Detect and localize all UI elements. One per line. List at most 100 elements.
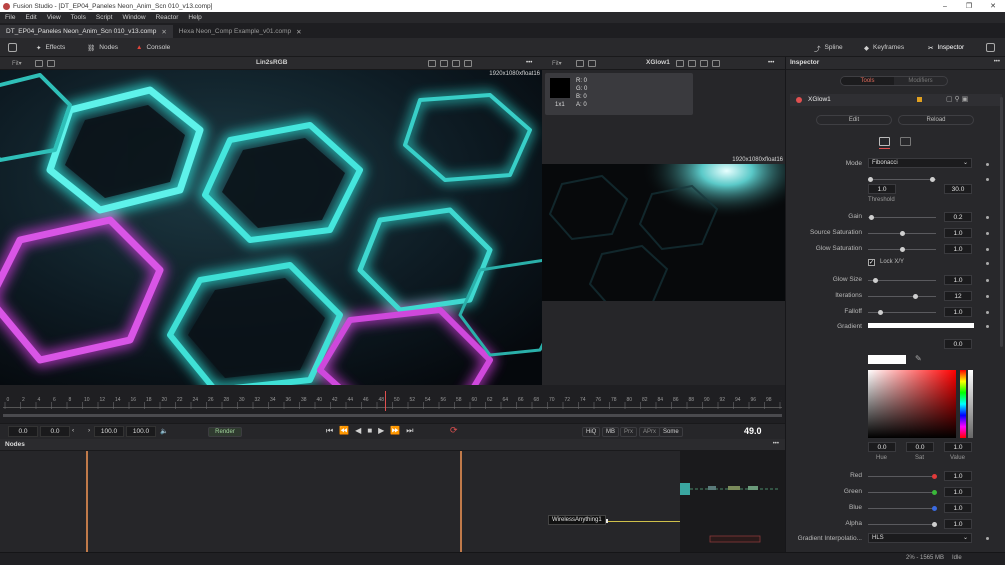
value-field[interactable]: 1.0 <box>944 442 972 452</box>
playhead[interactable] <box>384 391 386 411</box>
blue-field[interactable]: 1.0 <box>944 503 972 513</box>
menu-view[interactable]: View <box>42 14 66 21</box>
playback-buttons[interactable]: ⏮⏪◀■▶⏩⏭ <box>326 426 419 436</box>
glow-size-slider[interactable] <box>868 278 936 283</box>
falloff-knob[interactable] <box>878 310 883 315</box>
inspector-more-icon[interactable]: ••• <box>994 59 1000 65</box>
viewer1-fit-dropdown[interactable]: Fit▾ <box>12 60 22 67</box>
menu-tools[interactable]: Tools <box>66 14 91 21</box>
viewer2-fit-dropdown[interactable]: Fit▾ <box>552 60 562 67</box>
roi-icon[interactable] <box>676 60 684 67</box>
iterations-knob[interactable] <box>913 294 918 299</box>
alpha-field[interactable]: 1.0 <box>944 519 972 529</box>
glow-size-field[interactable]: 1.0 <box>944 275 972 285</box>
node-color-icon[interactable] <box>917 97 922 102</box>
color-sv-field[interactable] <box>868 370 956 438</box>
controls-tab-icon[interactable] <box>879 137 890 146</box>
threshold-keyframe-dot[interactable] <box>986 178 989 181</box>
interp-dropdown[interactable]: HLS ⌄ <box>868 533 972 543</box>
threshold-low-knob[interactable] <box>868 177 873 182</box>
step-back-icon[interactable]: ‹ <box>72 427 74 434</box>
mode-keyframe-dot[interactable] <box>986 163 989 166</box>
alpha-knob[interactable] <box>932 522 937 527</box>
console-button[interactable]: ▲ Console <box>136 41 170 54</box>
render-button[interactable]: Render <box>208 427 242 437</box>
grid-icon[interactable] <box>700 60 708 67</box>
menu-reactor[interactable]: Reactor <box>151 14 184 21</box>
maximize-button[interactable]: ❐ <box>957 2 981 10</box>
tab-close-icon[interactable]: ✕ <box>161 28 166 36</box>
interp-keyframe-dot[interactable] <box>986 537 989 540</box>
fullscreen-button[interactable] <box>986 41 995 54</box>
falloff-field[interactable]: 1.0 <box>944 307 972 317</box>
close-button[interactable]: ✕ <box>981 2 1005 10</box>
color-swatch[interactable] <box>868 355 906 364</box>
current-frame[interactable]: 49.0 <box>744 426 762 436</box>
gain-knob[interactable] <box>869 215 874 220</box>
spline-button[interactable]: ⤴ Spline <box>814 41 843 54</box>
source-saturation-knob[interactable] <box>900 231 905 236</box>
glow-size-knob[interactable] <box>873 278 878 283</box>
roi-icon[interactable] <box>428 60 436 67</box>
glow-saturation-knob[interactable] <box>900 247 905 252</box>
green-slider[interactable] <box>868 490 937 495</box>
loop-icon[interactable]: ⟳ <box>450 425 458 436</box>
sat-field[interactable]: 0.0 <box>906 442 934 452</box>
gain-slider[interactable] <box>868 215 936 220</box>
channel-icon[interactable] <box>47 60 55 67</box>
color-picker-icon[interactable] <box>688 60 696 67</box>
node-editor-more-icon[interactable]: ••• <box>773 441 779 447</box>
layout-icon[interactable] <box>576 60 584 67</box>
panel-toggle-button[interactable] <box>8 41 17 54</box>
gradient-bar[interactable] <box>868 323 974 328</box>
menu-help[interactable]: Help <box>183 14 206 21</box>
menu-script[interactable]: Script <box>91 14 118 21</box>
iterations-keyframe-dot[interactable] <box>986 295 989 298</box>
gain-keyframe-dot[interactable] <box>986 216 989 219</box>
node-header[interactable]: XGlow1 ▢ ⚲ ▣ <box>790 94 1002 106</box>
node-enable-icon[interactable] <box>796 97 802 103</box>
glow-saturation-slider[interactable] <box>868 247 936 252</box>
global-end-field[interactable]: 100.0 <box>126 426 156 437</box>
gradient-position-field[interactable]: 0.0 <box>944 339 972 349</box>
channel-icon[interactable] <box>588 60 596 67</box>
tab-close-icon[interactable]: ✕ <box>296 28 301 36</box>
keyframes-button[interactable]: ◆ Keyframes <box>864 41 904 54</box>
reload-button[interactable]: Reload <box>898 115 974 125</box>
glow-saturation-field[interactable]: 1.0 <box>944 244 972 254</box>
threshold-range-slider[interactable] <box>868 177 936 182</box>
edit-button[interactable]: Edit <box>816 115 892 125</box>
viewer2-more-icon[interactable]: ••• <box>768 60 774 66</box>
overlay-icon[interactable] <box>464 60 472 67</box>
falloff-keyframe-dot[interactable] <box>986 311 989 314</box>
glow-saturation-keyframe-dot[interactable] <box>986 248 989 251</box>
hue-field[interactable]: 0.0 <box>868 442 896 452</box>
menu-edit[interactable]: Edit <box>20 14 41 21</box>
alpha-slider[interactable] <box>868 522 937 527</box>
nodes-button[interactable]: ⛓ Nodes <box>87 41 118 54</box>
iterations-field[interactable]: 12 <box>944 291 972 301</box>
node-range-marker-right[interactable] <box>460 451 462 552</box>
lock-xy-checkbox[interactable]: ✓ <box>868 259 875 266</box>
aprx-button[interactable]: APrx <box>639 427 661 437</box>
tab-tools[interactable]: Tools <box>841 77 894 85</box>
glow-size-keyframe-dot[interactable] <box>986 279 989 282</box>
prx-button[interactable]: Prx <box>620 427 637 437</box>
gain-field[interactable]: 0.2 <box>944 212 972 222</box>
viewer2-canvas[interactable]: R: 0 G: 0 B: 0 A: 0 1x1 1920x1080xfloat1… <box>542 70 785 385</box>
viewer1-more-icon[interactable]: ••• <box>526 60 532 66</box>
source-saturation-slider[interactable] <box>868 231 936 236</box>
time-scrollbar[interactable] <box>3 414 782 417</box>
threshold-high-knob[interactable] <box>930 177 935 182</box>
inspector-scrollbar[interactable] <box>1000 97 1003 347</box>
threshold-high-field[interactable]: 30.0 <box>944 184 972 194</box>
alpha-strip[interactable] <box>968 370 973 438</box>
green-knob[interactable] <box>932 490 937 495</box>
blue-slider[interactable] <box>868 506 937 511</box>
mode-dropdown[interactable]: Fibonacci ⌄ <box>868 158 972 168</box>
step-forward-icon[interactable]: › <box>88 427 90 434</box>
some-button[interactable]: Some <box>659 427 683 437</box>
hiq-button[interactable]: HiQ <box>582 427 601 437</box>
node-navigator[interactable] <box>680 451 785 552</box>
wireless-node[interactable]: WirelessAnything1 <box>548 515 606 525</box>
